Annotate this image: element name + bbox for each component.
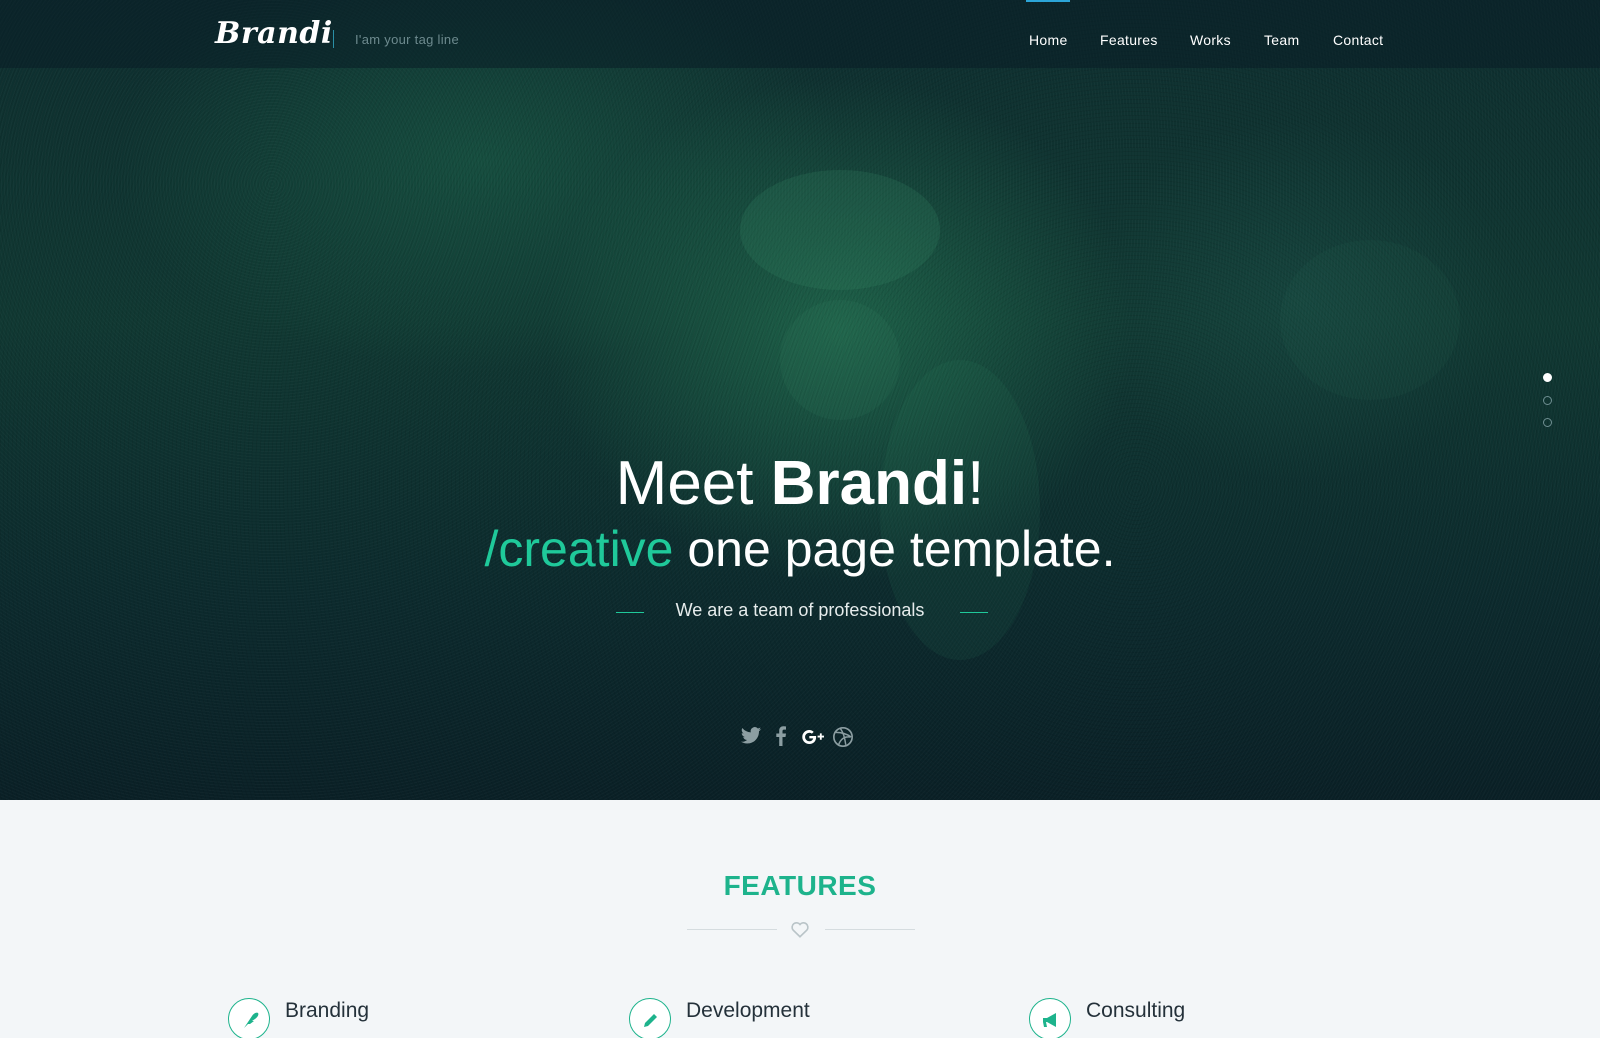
hero-title-pre: Meet [615,449,771,518]
dribbble-icon[interactable] [832,726,856,750]
nav-contact[interactable]: Contact [1333,32,1383,48]
hero-subtitle: /creative one page template. [0,520,1600,578]
hero-title: Meet Brandi! [0,448,1600,519]
twitter-icon[interactable] [740,726,764,750]
nav-team[interactable]: Team [1264,32,1299,48]
divider-left [687,929,777,930]
tagline-separator [333,30,334,48]
brand-logo[interactable]: Brandi [215,16,333,51]
hero-subtitle-accent: /creative [484,521,674,577]
heart-icon [790,920,810,938]
hero-title-post: ! [967,449,985,518]
facebook-icon[interactable] [774,726,798,750]
features-title: FEATURES [723,870,877,901]
nav-active-indicator [1026,0,1070,2]
google-plus-icon[interactable] [802,726,826,750]
pencil-icon [629,998,671,1038]
slide-dot-3[interactable] [1543,418,1552,427]
hero-background-shape [740,170,940,290]
navbar: Brandi I'am your tag line Home Features … [0,0,1600,68]
slide-dot-2[interactable] [1543,396,1552,405]
feather-icon [228,998,270,1038]
slide-dot-1[interactable] [1543,373,1552,382]
hero-section: Brandi I'am your tag line Home Features … [0,0,1600,800]
feature-title: Branding [285,999,370,1022]
megaphone-icon [1029,998,1071,1038]
divider-right [825,929,915,930]
hero-title-brand: Brandi [770,449,968,518]
hero-tagline: We are a team of professionals [675,600,925,620]
hero-background-shape [1280,240,1460,400]
tagline: I'am your tag line [355,32,459,47]
social-links [740,726,860,756]
nav-features[interactable]: Features [1100,32,1158,48]
hero-subtitle-rest: one page template. [673,521,1116,577]
nav-works[interactable]: Works [1190,32,1231,48]
feature-title: Development [686,999,810,1022]
feature-title: Consulting [1086,999,1186,1022]
nav-home[interactable]: Home [1029,32,1068,48]
hero-background-shape [780,300,900,420]
hero-dash-right [960,612,988,613]
